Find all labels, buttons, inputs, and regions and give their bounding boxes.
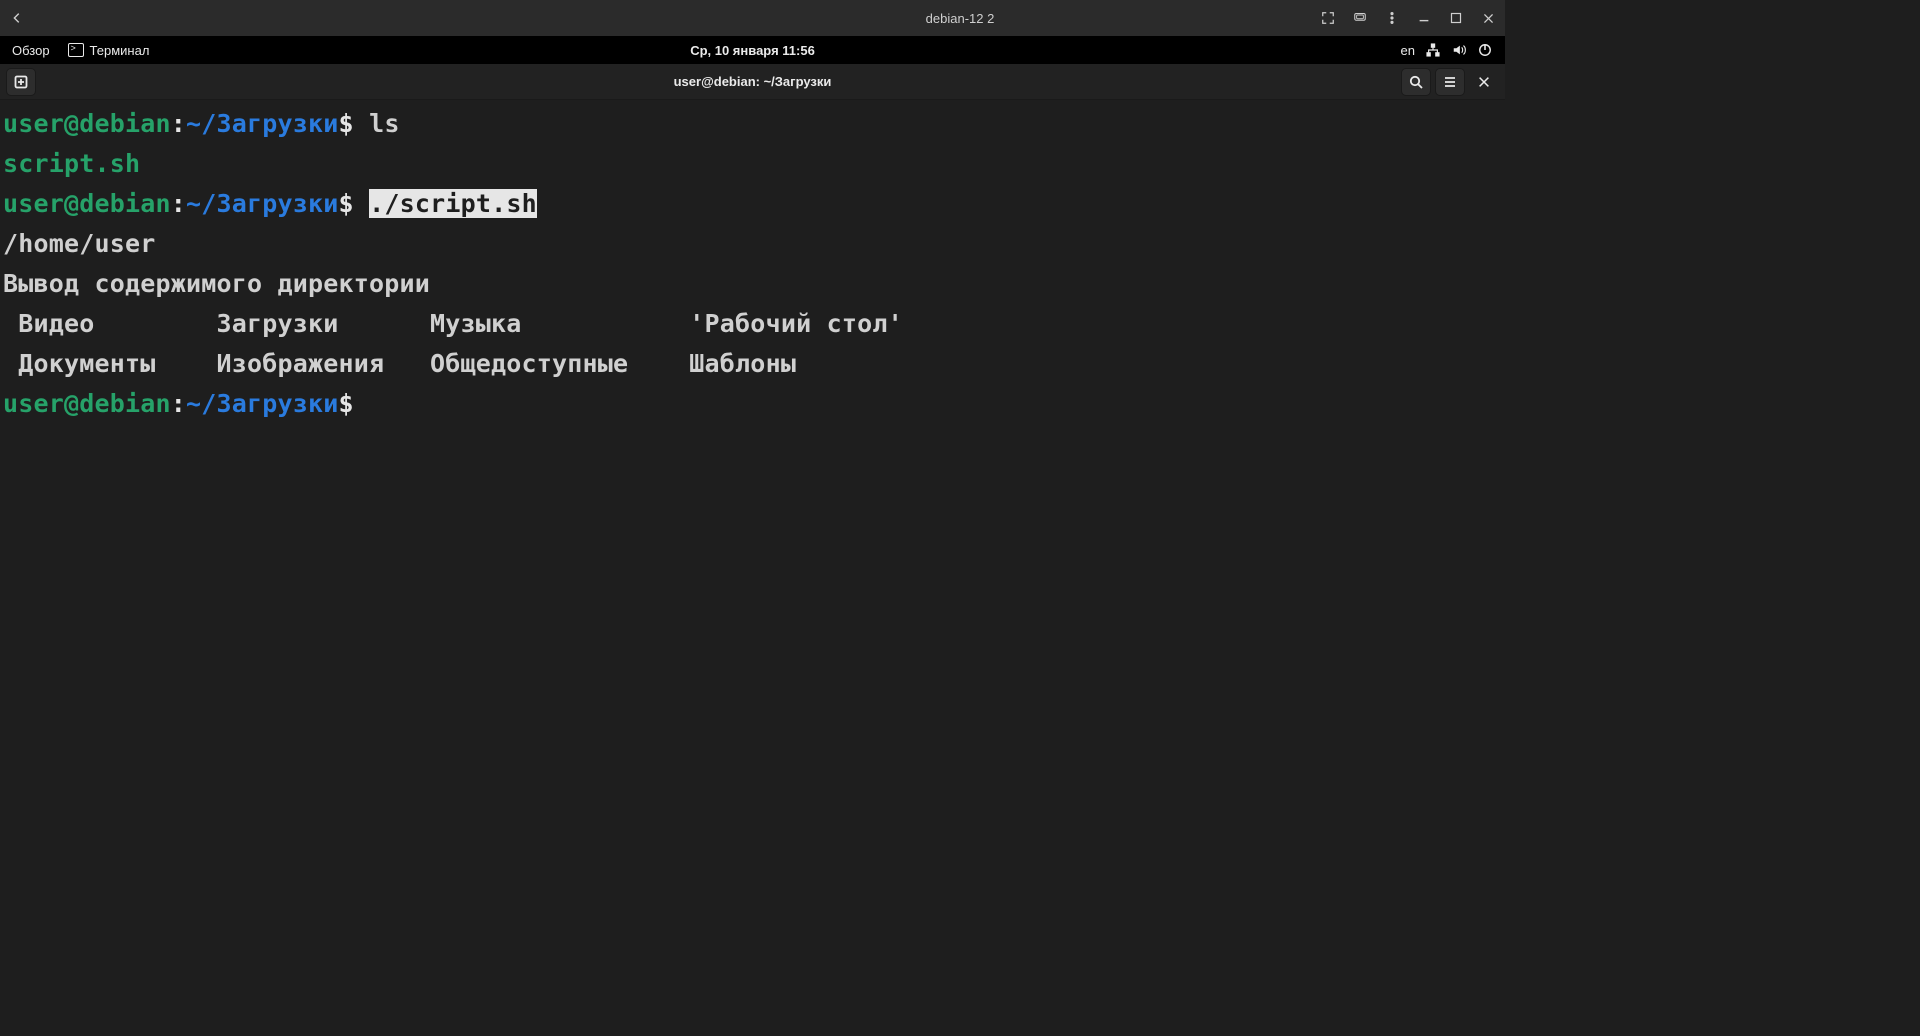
output-row-2: Документы Изображения Общедоступные Шабл…	[3, 349, 796, 378]
prompt-user: user@debian	[3, 389, 171, 418]
terminal-headerbar: user@debian: ~/Загрузки	[0, 64, 1505, 100]
prompt-path: ~/Загрузки	[186, 109, 339, 138]
prompt-sep: :	[171, 389, 186, 418]
activities-button[interactable]: Обзор	[12, 43, 50, 58]
display-icon[interactable]	[1351, 9, 1369, 27]
close-icon[interactable]	[1479, 9, 1497, 27]
app-menu[interactable]: Терминал	[68, 43, 150, 58]
prompt-sep: :	[171, 189, 186, 218]
output-row-1: Видео Загрузки Музыка 'Рабочий стол'	[3, 309, 903, 338]
app-name: Терминал	[90, 43, 150, 58]
prompt-path: ~/Загрузки	[186, 189, 339, 218]
terminal-title: user@debian: ~/Загрузки	[674, 74, 832, 89]
command-ls	[354, 109, 369, 138]
new-tab-button[interactable]	[6, 68, 36, 96]
output-heading: Вывод содержимого директории	[3, 269, 430, 298]
network-icon[interactable]	[1425, 42, 1441, 58]
vm-titlebar: debian-12 2	[0, 0, 1505, 36]
back-icon[interactable]	[8, 9, 26, 27]
prompt-dollar: $	[339, 389, 354, 418]
keyboard-layout-indicator[interactable]: en	[1401, 43, 1415, 58]
command-script-highlight: ./script.sh	[369, 189, 537, 218]
clock[interactable]: Ср, 10 января 11:56	[690, 43, 815, 58]
terminal-content[interactable]: user@debian:~/Загрузки$ ls script.sh use…	[0, 100, 1505, 424]
vm-title: debian-12 2	[926, 11, 995, 26]
power-icon[interactable]	[1477, 42, 1493, 58]
prompt-dollar: $	[339, 189, 354, 218]
search-button[interactable]	[1401, 68, 1431, 96]
maximize-icon[interactable]	[1447, 9, 1465, 27]
fullscreen-icon[interactable]	[1319, 9, 1337, 27]
prompt-dollar: $	[339, 109, 354, 138]
prompt-user: user@debian	[3, 109, 171, 138]
prompt-sep: :	[171, 109, 186, 138]
prompt-user: user@debian	[3, 189, 171, 218]
terminal-app-icon	[68, 43, 84, 57]
gnome-top-bar: Обзор Терминал Ср, 10 января 11:56 en	[0, 36, 1505, 64]
output-home-path: /home/user	[3, 229, 156, 258]
ls-output: script.sh	[3, 149, 140, 178]
cursor-area[interactable]	[354, 389, 369, 418]
command-ls-text: ls	[369, 109, 400, 138]
close-terminal-button[interactable]	[1469, 68, 1499, 96]
volume-icon[interactable]	[1451, 42, 1467, 58]
space	[354, 189, 369, 218]
kebab-menu-icon[interactable]	[1383, 9, 1401, 27]
minimize-icon[interactable]	[1415, 9, 1433, 27]
hamburger-menu-button[interactable]	[1435, 68, 1465, 96]
prompt-path: ~/Загрузки	[186, 389, 339, 418]
